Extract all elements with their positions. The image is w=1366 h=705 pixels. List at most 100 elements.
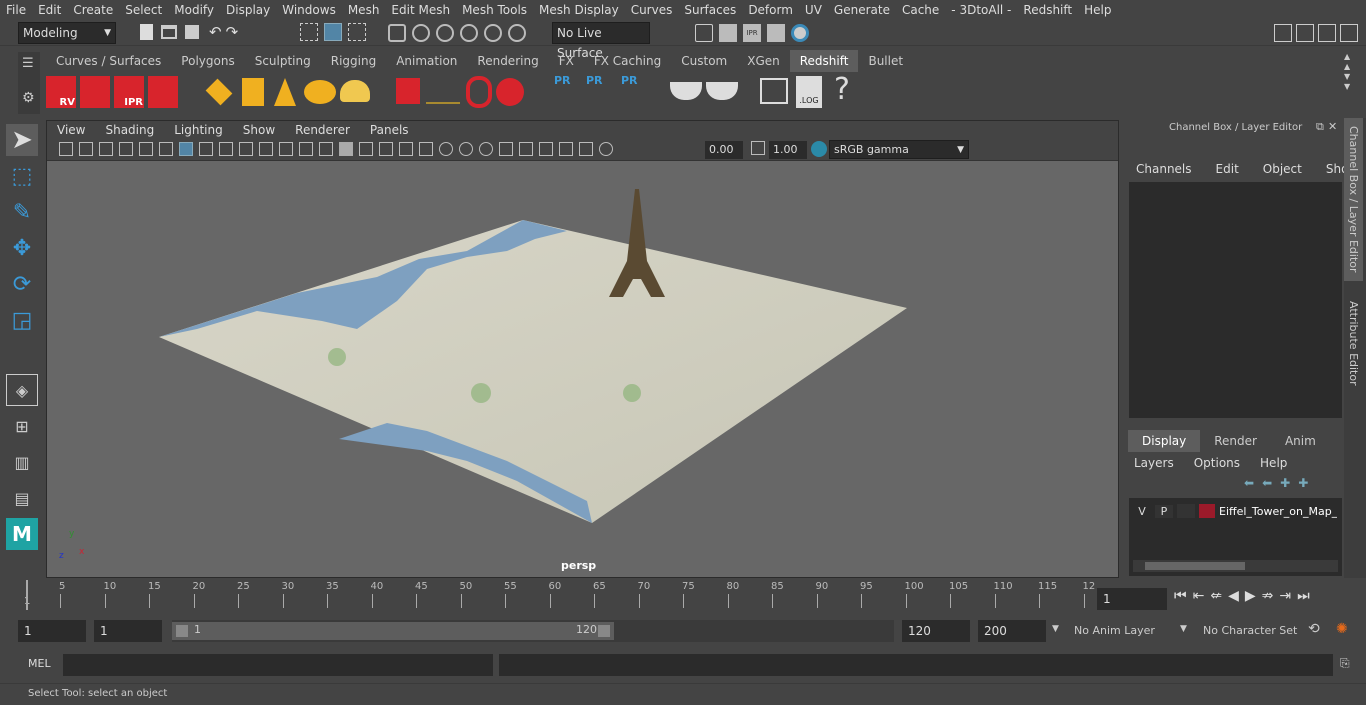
panel-menu-lighting[interactable]: Lighting bbox=[164, 121, 233, 139]
depth-of-field-icon[interactable] bbox=[499, 142, 513, 156]
layer-tab-display[interactable]: Display bbox=[1128, 430, 1201, 452]
textured-icon[interactable] bbox=[379, 142, 393, 156]
new-layer-icon[interactable]: ✚ bbox=[1280, 476, 1290, 490]
channel-box-menu-channels[interactable]: Channels bbox=[1124, 160, 1204, 180]
redshift-portal-icon[interactable] bbox=[242, 78, 264, 106]
safe-title-icon[interactable] bbox=[299, 142, 313, 156]
save-scene-icon[interactable] bbox=[185, 25, 199, 39]
outliner-layout-button[interactable]: ▤ bbox=[6, 482, 38, 514]
layer-list-scrollbar[interactable] bbox=[1133, 560, 1338, 572]
channel-box-menu-edit[interactable]: Edit bbox=[1204, 160, 1251, 180]
auto-key-icon[interactable]: ⟲ bbox=[1308, 621, 1320, 637]
smooth-shade-icon[interactable] bbox=[339, 142, 353, 156]
go-to-end-icon[interactable]: ⏭ bbox=[1297, 588, 1310, 604]
move-layer-down-icon[interactable]: ⬅ bbox=[1262, 476, 1272, 490]
panel-menu-renderer[interactable]: Renderer bbox=[285, 121, 360, 139]
float-window-icon[interactable]: ⧉ bbox=[1316, 120, 1324, 134]
menu-help[interactable]: Help bbox=[1078, 0, 1117, 20]
exposure-icon[interactable] bbox=[599, 142, 613, 156]
shelf-tab-xgen[interactable]: XGen bbox=[737, 50, 790, 72]
redshift-proxy-icon[interactable] bbox=[396, 78, 420, 104]
menu-3dtoall[interactable]: - 3DtoAll - bbox=[945, 0, 1017, 20]
outliner-icon[interactable] bbox=[1296, 24, 1314, 42]
time-slider[interactable]: 1510152025303540455055606570758085909510… bbox=[20, 580, 1095, 610]
ipr-render-icon[interactable]: IPR bbox=[743, 24, 761, 42]
go-to-start-icon[interactable]: ⏮ bbox=[1174, 588, 1187, 604]
menu-curves[interactable]: Curves bbox=[625, 0, 679, 20]
shelf-tab-rendering[interactable]: Rendering bbox=[467, 50, 548, 72]
scene-end-field[interactable]: 200 bbox=[978, 620, 1046, 642]
menu-surfaces[interactable]: Surfaces bbox=[678, 0, 742, 20]
snap-grid-icon[interactable] bbox=[388, 24, 406, 42]
redshift-light-icon[interactable] bbox=[205, 78, 233, 106]
redshift-batch-icon[interactable] bbox=[80, 76, 110, 108]
resolution-gate-icon[interactable] bbox=[219, 142, 233, 156]
redshift-sun-icon[interactable] bbox=[340, 80, 370, 102]
mel-label[interactable]: MEL bbox=[28, 657, 51, 670]
channel-box-menu-object[interactable]: Object bbox=[1251, 160, 1314, 180]
snap-view-icon[interactable] bbox=[460, 24, 478, 42]
step-back-key-icon[interactable]: ⇤ bbox=[1193, 588, 1205, 604]
layer-menu-layers[interactable]: Layers bbox=[1124, 454, 1184, 472]
2d-pan-zoom-icon[interactable] bbox=[139, 142, 153, 156]
step-forward-key-icon[interactable]: ⇥ bbox=[1279, 588, 1291, 604]
shelf-tab-redshift[interactable]: Redshift bbox=[789, 50, 859, 72]
wireframe-on-shaded-icon[interactable] bbox=[359, 142, 373, 156]
shelf-scroll-arrows[interactable]: ▲ ▲ ▼ ▼ bbox=[1344, 52, 1360, 112]
grease-pencil-icon[interactable] bbox=[159, 142, 173, 156]
color-management-icon[interactable] bbox=[811, 141, 827, 157]
menu-edit-mesh[interactable]: Edit Mesh bbox=[385, 0, 456, 20]
field-chart-icon[interactable] bbox=[259, 142, 273, 156]
menu-modify[interactable]: Modify bbox=[168, 0, 220, 20]
hypershade-icon[interactable] bbox=[791, 24, 809, 42]
redo-icon[interactable]: ↷ bbox=[226, 23, 239, 41]
side-tab-channel-box-layer-editor[interactable]: Channel Box / Layer Editor bbox=[1344, 118, 1363, 281]
panel-menu-view[interactable]: View bbox=[47, 121, 95, 139]
select-object-icon[interactable] bbox=[324, 23, 342, 41]
menu-display[interactable]: Display bbox=[220, 0, 276, 20]
scene-start-field[interactable]: 1 bbox=[18, 620, 86, 642]
grid-icon[interactable] bbox=[179, 142, 193, 156]
shelf-tab-bullet[interactable]: Bullet bbox=[858, 50, 913, 72]
redshift-pr1-icon[interactable]: PR bbox=[554, 74, 576, 108]
redshift-script-icon[interactable] bbox=[760, 78, 788, 104]
wireframe-icon[interactable] bbox=[319, 142, 333, 156]
menu-mesh-tools[interactable]: Mesh Tools bbox=[456, 0, 533, 20]
redshift-log-icon[interactable]: .LOG bbox=[796, 76, 822, 108]
snap-vertex-icon[interactable] bbox=[508, 24, 526, 42]
timeline-playhead[interactable] bbox=[26, 580, 28, 610]
anti-aliasing-icon[interactable] bbox=[479, 142, 493, 156]
workspace-dropdown[interactable]: Modeling ▼ bbox=[18, 22, 116, 44]
redshift-pr3-icon[interactable]: PR bbox=[621, 74, 651, 108]
layer-playback-toggle[interactable]: P bbox=[1155, 504, 1173, 518]
redshift-pr2-icon[interactable]: PR bbox=[586, 74, 608, 108]
character-set-dropdown[interactable]: No Character Set bbox=[1203, 624, 1297, 637]
panel-menu-show[interactable]: Show bbox=[233, 121, 285, 139]
menu-mesh-display[interactable]: Mesh Display bbox=[533, 0, 625, 20]
panel-menu-shading[interactable]: Shading bbox=[95, 121, 164, 139]
motion-blur-icon[interactable] bbox=[459, 142, 473, 156]
bookmark-icon[interactable] bbox=[99, 142, 113, 156]
gamma-field[interactable]: 1.00 bbox=[769, 141, 807, 159]
redshift-ipr-icon[interactable]: IPR bbox=[114, 76, 144, 108]
gamma-icon[interactable] bbox=[751, 141, 765, 155]
shelf-tab-animation[interactable]: Animation bbox=[386, 50, 467, 72]
two-pane-layout-button[interactable]: ▥ bbox=[6, 446, 38, 478]
layer-visibility-toggle[interactable]: V bbox=[1133, 505, 1151, 518]
menu-edit[interactable]: Edit bbox=[32, 0, 67, 20]
range-start-handle[interactable] bbox=[176, 625, 188, 637]
close-icon[interactable]: ✕ bbox=[1328, 120, 1337, 133]
shelf-tab-polygons[interactable]: Polygons bbox=[171, 50, 244, 72]
command-input[interactable] bbox=[63, 654, 493, 676]
shadows-icon[interactable] bbox=[419, 142, 433, 156]
render-settings-icon[interactable] bbox=[767, 24, 785, 42]
menu-file[interactable]: File bbox=[0, 0, 32, 20]
modeling-toolkit-icon[interactable] bbox=[1274, 24, 1292, 42]
anim-layer-dropdown[interactable]: No Anim Layer bbox=[1074, 624, 1155, 637]
move-layer-up-icon[interactable]: ⬅ bbox=[1244, 476, 1254, 490]
xray-icon[interactable] bbox=[539, 142, 553, 156]
gear-icon[interactable]: ⚙ bbox=[22, 90, 35, 106]
layer-tab-anim[interactable]: Anim bbox=[1271, 430, 1330, 452]
layer-color-swatch[interactable] bbox=[1199, 504, 1215, 518]
snap-surface-icon[interactable] bbox=[484, 24, 502, 42]
